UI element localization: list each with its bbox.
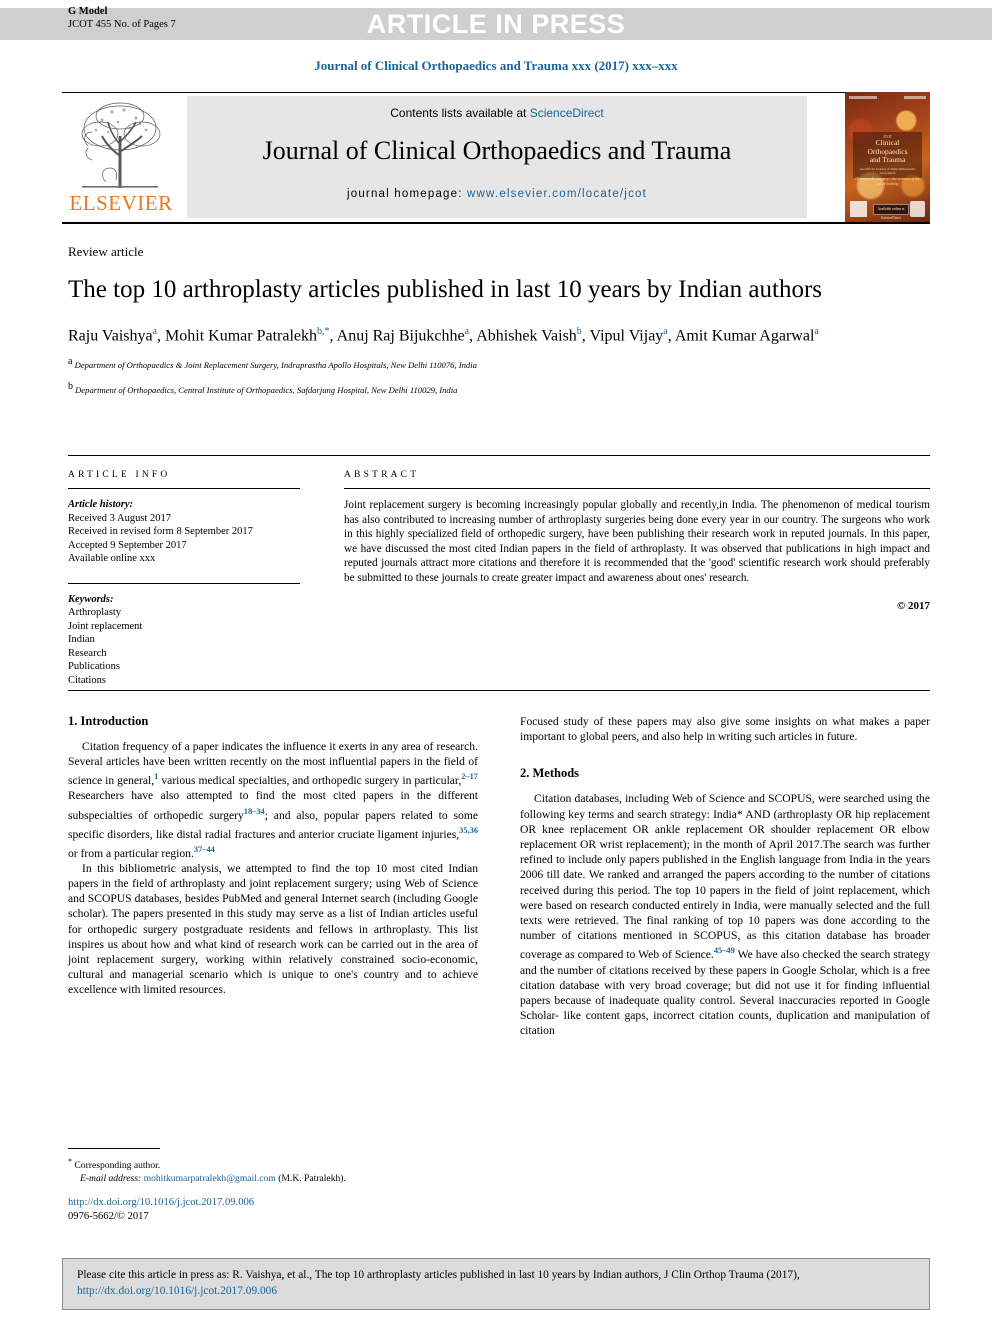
body-column-left: 1. Introduction Citation frequency of a … <box>68 714 478 998</box>
email-label: E-mail address: <box>80 1173 142 1185</box>
section-heading-introduction: 1. Introduction <box>68 714 149 728</box>
abstract-text: Joint replacement surgery is becoming in… <box>344 499 930 584</box>
abstract-heading: ABSTRACT <box>344 470 420 480</box>
g-model-label: G Model <box>68 6 108 17</box>
journal-homepage-line: journal homepage: www.elsevier.com/locat… <box>187 188 807 200</box>
cite-text-before: Please cite this article in press as: R.… <box>77 1269 800 1281</box>
cite-this-article-text: Please cite this article in press as: R.… <box>77 1267 915 1299</box>
article-history-label: Article history: <box>68 499 134 510</box>
cover-elsevier-logo <box>850 201 867 217</box>
article-info-heading: ARTICLE INFO <box>68 470 171 480</box>
doi-block: http://dx.doi.org/10.1016/j.jcot.2017.09… <box>68 1196 478 1224</box>
email-link[interactable]: mohitkumarpatralekh@gmail.com <box>144 1173 276 1184</box>
cover-title-line2: and Trauma <box>869 155 906 164</box>
journal-masthead: ELSEVIER Contents lists available at Sci… <box>62 92 930 224</box>
corresponding-author-line: * Corresponding author. <box>68 1155 478 1172</box>
abstract-column: ABSTRACT Joint replacement surgery is be… <box>344 470 930 612</box>
cover-top-strip <box>849 96 926 101</box>
contents-prefix: Contents lists available at <box>390 106 527 120</box>
cite-doi-link[interactable]: http://dx.doi.org/10.1016/j.jcot.2017.09… <box>77 1285 277 1297</box>
article-history-block: Article history: Received 3 August 2017 … <box>68 498 300 566</box>
history-item: Received 3 August 2017 <box>68 512 171 524</box>
methods-paragraph-1: Citation databases, including Web of Sci… <box>520 792 930 1038</box>
journal-cover-thumbnail: JCOT Clinical Orthopaedics and Trauma An… <box>845 92 930 222</box>
footnote-block: * Corresponding author. E-mail address: … <box>68 1155 478 1185</box>
contents-panel: Contents lists available at ScienceDirec… <box>187 96 807 218</box>
info-section-top-rule <box>68 455 930 456</box>
page-title: The top 10 arthroplasty articles publish… <box>68 276 822 303</box>
keywords-block: Keywords: Arthroplasty Joint replacement… <box>68 593 300 688</box>
manuscript-id-block: G Model JCOT 455 No. of Pages 7 <box>68 6 176 31</box>
footnote-rule <box>68 1148 160 1149</box>
masthead-bottom-rule <box>62 222 930 224</box>
corresponding-author-text: Corresponding author. <box>74 1160 161 1172</box>
right-paragraph-1: Focused study of these papers may also g… <box>520 715 930 744</box>
keyword-item: Publications <box>68 661 120 672</box>
keywords-rule <box>68 582 300 584</box>
history-item: Accepted 9 September 2017 <box>68 539 187 551</box>
affiliation-a-text: Department of Orthopaedics & Joint Repla… <box>74 360 477 371</box>
issn-copyright: 0976-5662/© 2017 <box>68 1211 149 1222</box>
email-line: E-mail address: mohitkumarpatralekh@gmai… <box>68 1172 478 1185</box>
journal-running-head: Journal of Clinical Orthopaedics and Tra… <box>314 58 678 73</box>
keywords-label: Keywords: <box>68 593 114 605</box>
keyword-item: Arthroplasty <box>68 607 122 618</box>
cover-subtitle: An Official Journal of Delhi Orthopaedic… <box>859 166 916 175</box>
history-item: Received in revised form 8 September 201… <box>68 526 253 537</box>
cover-association-seal <box>910 201 925 217</box>
cover-availability-badge: Available online at ScienceDirect <box>873 204 909 220</box>
homepage-label: journal homepage: <box>346 188 463 200</box>
article-type-label: Review article <box>68 244 144 259</box>
cover-title-line1: Clinical Orthopaedics <box>867 138 908 156</box>
contents-available-line: Contents lists available at ScienceDirec… <box>187 106 807 120</box>
elsevier-tree-icon <box>81 102 161 188</box>
intro-paragraph-1: Citation frequency of a paper indicates … <box>68 740 478 860</box>
intro-paragraph-2: In this bibliometric analysis, we attemp… <box>68 861 478 997</box>
history-item: Available online xxx <box>68 553 156 564</box>
email-owner: (M.K. Patralekh). <box>278 1173 346 1185</box>
body-top-rule <box>68 690 930 691</box>
article-info-column: ARTICLE INFO Article history: Received 3… <box>68 470 300 687</box>
article-info-rule <box>68 488 300 489</box>
keyword-item: Citations <box>68 674 106 686</box>
elsevier-logo: ELSEVIER <box>62 96 180 222</box>
manuscript-number: JCOT 455 No. of Pages 7 <box>68 18 176 30</box>
body-column-right: Focused study of these papers may also g… <box>520 714 930 1039</box>
keyword-item: Indian <box>68 634 95 645</box>
keyword-item: Research <box>68 647 107 659</box>
title-block: Review article The top 10 arthroplasty a… <box>68 244 930 396</box>
elsevier-wordmark: ELSEVIER <box>69 191 173 215</box>
keyword-item: Joint replacement <box>68 620 143 632</box>
cover-title-band: JCOT Clinical Orthopaedics and Trauma An… <box>853 132 922 178</box>
author-list: Raju Vaishyaa, Mohit Kumar Patralekhb,*,… <box>68 326 819 345</box>
affiliation-b-text: Department of Orthopaedics, Central Inst… <box>75 384 458 395</box>
footnote-marker: * <box>68 1157 72 1166</box>
homepage-url[interactable]: www.elsevier.com/locate/jcot <box>467 188 647 200</box>
journal-title: Journal of Clinical Orthopaedics and Tra… <box>262 136 732 165</box>
affiliation-a: a Department of Orthopaedics & Joint Rep… <box>68 356 477 371</box>
cite-this-article-box: Please cite this article in press as: R.… <box>62 1258 930 1310</box>
abstract-rule <box>344 488 930 489</box>
masthead-top-rule <box>62 92 930 93</box>
cover-quote: Orthopaedic surgery - the science of the… <box>855 176 920 186</box>
abstract-copyright: © 2017 <box>897 599 930 612</box>
article-doi-link[interactable]: http://dx.doi.org/10.1016/j.jcot.2017.09… <box>68 1196 478 1210</box>
section-heading-methods: 2. Methods <box>520 766 580 781</box>
affiliation-b: b Department of Orthopaedics, Central In… <box>68 380 458 395</box>
sciencedirect-link[interactable]: ScienceDirect <box>530 106 604 120</box>
